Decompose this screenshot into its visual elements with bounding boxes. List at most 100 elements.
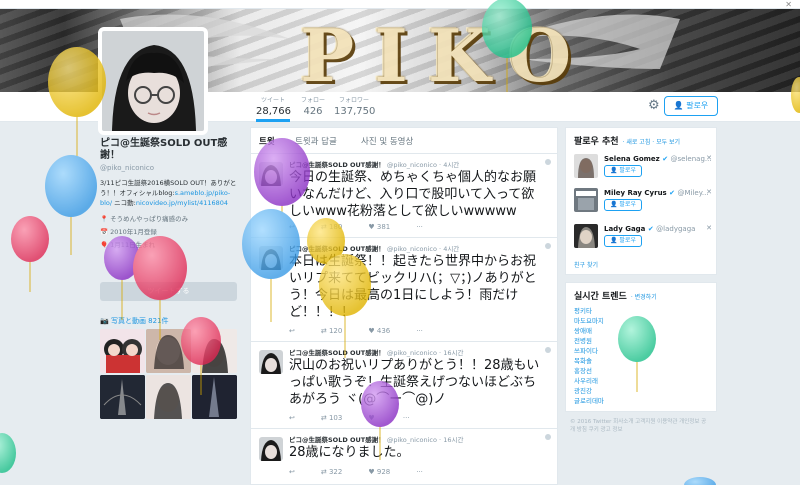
tweet-menu-icon[interactable] [545, 159, 551, 165]
refresh-link[interactable]: · 새로 고침 · 모두 보기 [623, 139, 681, 146]
photo-thumb[interactable] [146, 329, 191, 373]
follow-button[interactable]: 👤 팔로우 [604, 235, 642, 247]
dismiss-icon[interactable]: ✕ [706, 188, 712, 196]
reply-icon[interactable]: ↩ [289, 223, 295, 231]
tweet-actions: ↩ ⇄ 103 ♥ ··· [289, 414, 436, 422]
trends-title: 실시간 트렌드 · 변경하기 [574, 292, 657, 302]
trend-item[interactable]: 광진강 [574, 385, 592, 395]
avatar[interactable] [259, 350, 283, 374]
reply-icon[interactable]: ↩ [289, 414, 295, 422]
follow-button[interactable]: 👤 팔로우 [664, 96, 718, 116]
like-button[interactable]: ♥ 436 [368, 327, 390, 335]
tab-tweets-replies[interactable]: 트윗과 답글 [295, 135, 337, 147]
photos-header[interactable]: 📷 写真と動画 821件 [100, 316, 169, 326]
trend-item[interactable]: 홍장선 [574, 365, 592, 375]
reply-icon[interactable]: ↩ [289, 468, 295, 476]
tweet-item[interactable]: ピコ@生誕祭SOLD OUT感謝！ @piko_niconico · 16시간 … [251, 343, 557, 429]
tweet-text: 今日の生誕祭、めちゃくちゃ個人的なお願いなんだけど、入り口で股叩いて入って欲しい… [289, 170, 537, 219]
photo-thumb[interactable] [192, 329, 237, 373]
photo-thumb[interactable] [146, 375, 191, 419]
bio-link-nico[interactable]: nicovideo.jp/mylist/4116804 [136, 199, 228, 207]
balloon-blue [45, 155, 97, 217]
suggestion-item[interactable]: Miley Ray Cyrus ✔ @Miley... 👤 팔로우 ✕ [574, 188, 714, 220]
tweet-item[interactable]: ピコ@生誕祭SOLD OUT感謝！ @piko_niconico · 4시간 今… [251, 155, 557, 238]
tweet-header: ピコ@生誕祭SOLD OUT感謝！ @piko_niconico · 4시간 [289, 245, 460, 253]
tab-media[interactable]: 사진 및 동영상 [361, 135, 413, 147]
tweet-menu-icon[interactable] [545, 243, 551, 249]
tweet-header: ピコ@生誕祭SOLD OUT感謝！ @piko_niconico · 16시간 [289, 436, 464, 444]
trend-item[interactable]: 전병원 [574, 335, 592, 345]
tweet-header: ピコ@生誕祭SOLD OUT感謝！ @piko_niconico · 16시간 [289, 349, 464, 357]
avatar[interactable] [574, 224, 598, 248]
profile-birthday: 🎈 1月11日生まれ [100, 241, 156, 249]
tweet-actions: ↩ ⇄ 120 ♥ 436 ··· [289, 327, 449, 335]
balloon-red [11, 216, 49, 262]
tweet-actions: ↩ ⇄ 180 ♥ 381 ··· [289, 223, 449, 231]
photo-thumb[interactable] [192, 375, 237, 419]
trend-item[interactable]: 글로리데마 [574, 395, 604, 405]
trend-item[interactable]: 목화솔 [574, 355, 592, 365]
tweet-item[interactable]: ピコ@生誕祭SOLD OUT感謝！ @piko_niconico · 4시간 本… [251, 239, 557, 342]
tweet-text: 本日は生誕祭！！起きたら世界中からお祝いリプ来ててビックリハ(；▽；)ノありがと… [289, 254, 537, 320]
tweet-item[interactable]: ピコ@生誕祭SOLD OUT感謝！ @piko_niconico · 16시간 … [251, 430, 557, 485]
like-button[interactable]: ♥ [368, 414, 377, 422]
tweet-menu-icon[interactable] [545, 434, 551, 440]
find-friends-link[interactable]: 친구 찾기 [574, 260, 598, 269]
avatar[interactable] [574, 188, 598, 212]
suggestion-item[interactable]: Lady Gaga ✔ @ladygaga 👤 팔로우 ✕ [574, 224, 714, 256]
retweet-button[interactable]: ⇄ 103 [321, 414, 342, 422]
tab-tweets[interactable]: 트윗 [259, 135, 275, 147]
footer-links[interactable]: © 2016 Twitter 회사소개 고객지원 이용약관 개인정보 공개 방침… [570, 418, 710, 434]
change-trends-link[interactable]: · 변경하기 [631, 294, 657, 301]
trend-item[interactable]: 쌍애매 [574, 325, 592, 335]
tweet-header: ピコ@生誕祭SOLD OUT感謝！ @piko_niconico · 4시간 [289, 161, 460, 169]
avatar[interactable] [259, 162, 283, 186]
stat-followers[interactable]: フォロワー 137,750 [334, 95, 375, 117]
more-icon[interactable]: ··· [403, 414, 410, 422]
profile-location: 📍 そうめんやっぱり痛感のみ [100, 215, 189, 223]
gear-icon[interactable]: ⚙ [648, 98, 660, 113]
dismiss-icon[interactable]: ✕ [706, 154, 712, 162]
who-to-follow-title: 팔로우 추천 · 새로 고침 · 모두 보기 [574, 137, 681, 147]
more-icon[interactable]: ··· [416, 468, 423, 476]
trend-item[interactable]: 쓰파이다 [574, 345, 598, 355]
trend-item[interactable]: 마도요마지 [574, 315, 604, 325]
profile-card: ピコ@生誕祭SOLD OUT感謝！ @piko_niconico 3/11ピコ生… [100, 138, 240, 250]
trend-item[interactable]: 사우리래 [574, 375, 598, 385]
like-button[interactable]: ♥ 928 [368, 468, 390, 476]
retweet-button[interactable]: ⇄ 120 [321, 327, 342, 335]
timeline: 트윗 트윗과 답글 사진 및 동영상 ピコ@生誕祭SOLD OUT感謝！ @pi… [250, 127, 558, 485]
more-icon[interactable]: ··· [416, 327, 423, 335]
photo-thumb[interactable] [100, 329, 145, 373]
profile-joined: 📅 2010年1月登録 [100, 228, 157, 236]
retweet-button[interactable]: ⇄ 180 [321, 223, 342, 231]
tweet-text: 沢山のお祝いリプありがとう！！28歳もいっぱい歌うぞ！生誕祭えげつないほどぶちあ… [289, 358, 540, 407]
retweet-button[interactable]: ⇄ 322 [321, 468, 342, 476]
tweet-text: 28歳になりました。 [289, 445, 410, 460]
more-icon[interactable]: ··· [416, 223, 423, 231]
top-strip: ✕ [0, 0, 800, 9]
like-button[interactable]: ♥ 381 [368, 223, 390, 231]
tweet-menu-icon[interactable] [545, 347, 551, 353]
stat-tweets[interactable]: ツイート 28,766 [256, 95, 291, 122]
tweet-to-button[interactable]: ツイートする [100, 282, 237, 301]
avatar[interactable] [259, 246, 283, 270]
trend-item[interactable]: 평키타 [574, 305, 592, 315]
reply-icon[interactable]: ↩ [289, 327, 295, 335]
photo-thumb[interactable] [100, 375, 145, 419]
who-to-follow: 팔로우 추천 · 새로 고침 · 모두 보기 Selena Gomez ✔ @se… [565, 127, 717, 275]
stat-following[interactable]: フォロー 426 [298, 95, 328, 117]
close-icon[interactable]: ✕ [785, 0, 792, 9]
avatar[interactable] [259, 437, 283, 461]
profile-name: ピコ@生誕祭SOLD OUT感謝！ [100, 138, 228, 161]
profile-avatar[interactable] [98, 27, 208, 135]
follow-button[interactable]: 👤 팔로우 [604, 165, 642, 177]
avatar[interactable] [574, 154, 598, 178]
banner-logo: PIKO [300, 13, 592, 92]
timeline-tabs: 트윗 트윗과 답글 사진 및 동영상 [251, 128, 557, 154]
profile-bio: 3/11ピコ生誕祭2016横SOLD OUT！ありがとう！！オフィシャルblog… [100, 179, 237, 207]
profile-handle[interactable]: @piko_niconico [100, 164, 240, 172]
dismiss-icon[interactable]: ✕ [706, 224, 712, 232]
suggestion-item[interactable]: Selena Gomez ✔ @selenag... 👤 팔로우 ✕ [574, 154, 714, 186]
follow-button[interactable]: 👤 팔로우 [604, 199, 642, 211]
